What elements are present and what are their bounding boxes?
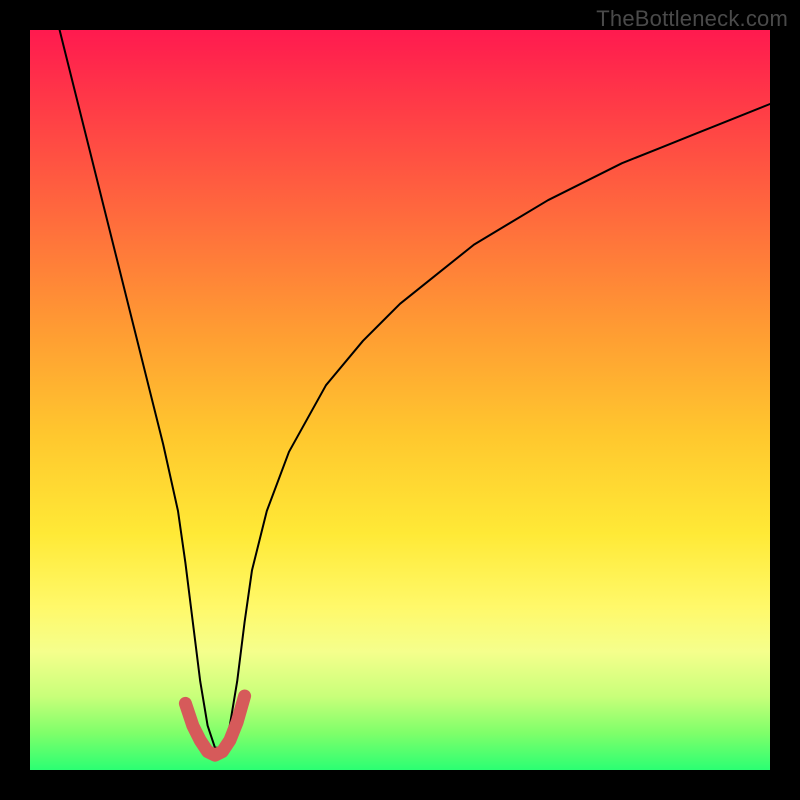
bottleneck-curve	[60, 30, 770, 748]
curve-layer	[30, 30, 770, 770]
attribution-label: TheBottleneck.com	[596, 6, 788, 32]
chart-frame: TheBottleneck.com	[0, 0, 800, 800]
plot-area	[30, 30, 770, 770]
